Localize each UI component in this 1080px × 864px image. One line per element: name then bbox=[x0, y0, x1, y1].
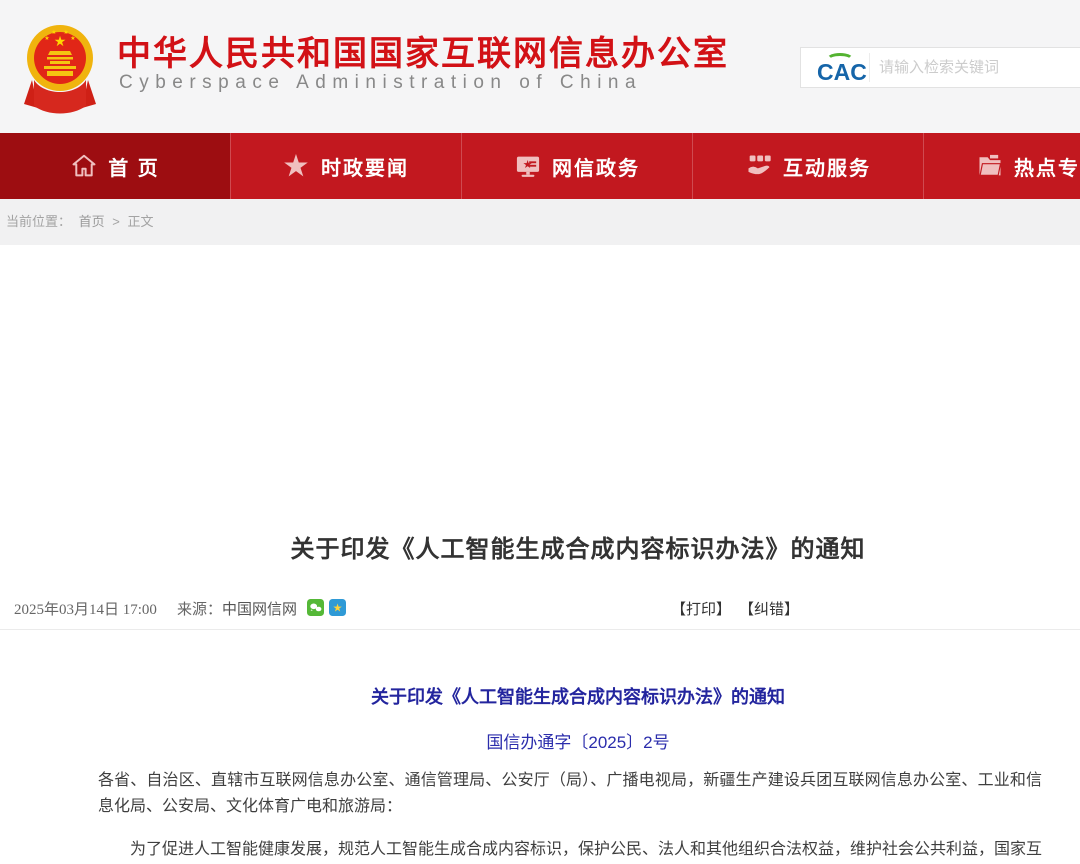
search-input[interactable] bbox=[879, 48, 1079, 87]
nav-tab-egov[interactable]: ★ 网信政务 bbox=[462, 133, 693, 199]
svg-text:★: ★ bbox=[333, 603, 343, 615]
national-emblem-logo: ★ ★ ★ ★ ★ bbox=[20, 20, 100, 118]
folder-icon bbox=[976, 152, 1004, 180]
search-box: CAC bbox=[800, 47, 1080, 88]
breadcrumb-current: 正文 bbox=[128, 214, 154, 229]
article-actions: 【打印】 【纠错】 bbox=[671, 598, 799, 619]
article-content: 关于印发《人工智能生成合成内容标识办法》的通知 2025年03月14日 17:0… bbox=[0, 245, 1080, 864]
site-subtitle: Cyberspace Administration of China bbox=[119, 72, 642, 94]
breadcrumb-separator: > bbox=[112, 214, 120, 229]
cac-logo-text: CAC bbox=[817, 59, 867, 86]
svg-text:★: ★ bbox=[522, 160, 534, 170]
nav-tab-label: 首 页 bbox=[108, 152, 160, 181]
nav-tab-label: 热点专题 bbox=[1014, 152, 1080, 181]
svg-text:★: ★ bbox=[70, 35, 75, 42]
svg-text:★: ★ bbox=[63, 29, 68, 36]
nav-tab-label: 网信政务 bbox=[552, 152, 640, 181]
search-divider bbox=[869, 53, 870, 82]
monitor-icon: ★ bbox=[514, 152, 542, 180]
svg-text:★: ★ bbox=[51, 29, 56, 36]
document-number: 国信办通字〔2025〕2号 bbox=[0, 728, 1080, 753]
nav-tab-news[interactable]: ★ 时政要闻 bbox=[231, 133, 462, 199]
site-header: ★ ★ ★ ★ ★ 中华人民共和国国家互联网信息办公室 Cyberspace A… bbox=[0, 0, 1080, 133]
wechat-icon[interactable] bbox=[307, 599, 324, 616]
site-title: 中华人民共和国国家互联网信息办公室 bbox=[117, 26, 729, 75]
cac-logo: CAC bbox=[811, 51, 869, 85]
service-icon bbox=[745, 152, 773, 180]
breadcrumb-home-link[interactable]: 首页 bbox=[79, 214, 105, 229]
print-button[interactable]: 【打印】 bbox=[671, 598, 731, 619]
qzone-icon[interactable]: ★ bbox=[329, 599, 346, 616]
nav-tab-topics[interactable]: 热点专题 bbox=[924, 133, 1080, 199]
correct-button[interactable]: 【纠错】 bbox=[739, 598, 799, 619]
nav-tab-service[interactable]: 互动服务 bbox=[693, 133, 924, 199]
meta-divider bbox=[0, 629, 1080, 630]
paragraph-recipients: 各省、自治区、直辖市互联网信息办公室、通信管理局、公安厅（局）、广播电视局，新疆… bbox=[98, 768, 1042, 820]
main-nav: 首 页 ★ 时政要闻 ★ 网信政务 互动服务 bbox=[0, 133, 1080, 199]
nav-tab-label: 互动服务 bbox=[783, 152, 871, 181]
star-icon: ★ bbox=[283, 152, 311, 180]
breadcrumb-label: 当前位置： bbox=[6, 214, 71, 229]
source-name[interactable]: 中国网信网 bbox=[222, 598, 297, 619]
paragraph-body: 为了促进人工智能健康发展，规范人工智能生成合成内容标识，保护公民、法人和其他组织… bbox=[98, 837, 1042, 864]
breadcrumb: 当前位置： 首页 > 正文 bbox=[0, 199, 1080, 245]
svg-text:★: ★ bbox=[44, 35, 49, 42]
nav-tab-label: 时政要闻 bbox=[321, 152, 409, 181]
nav-tab-home[interactable]: 首 页 bbox=[0, 133, 231, 199]
document-title: 关于印发《人工智能生成合成内容标识办法》的通知 bbox=[0, 683, 1080, 709]
source-label: 来源： bbox=[177, 598, 222, 619]
article-title: 关于印发《人工智能生成合成内容标识办法》的通知 bbox=[0, 529, 1080, 564]
home-icon bbox=[70, 152, 98, 180]
publish-date: 2025年03月14日 17:00 bbox=[14, 598, 157, 619]
